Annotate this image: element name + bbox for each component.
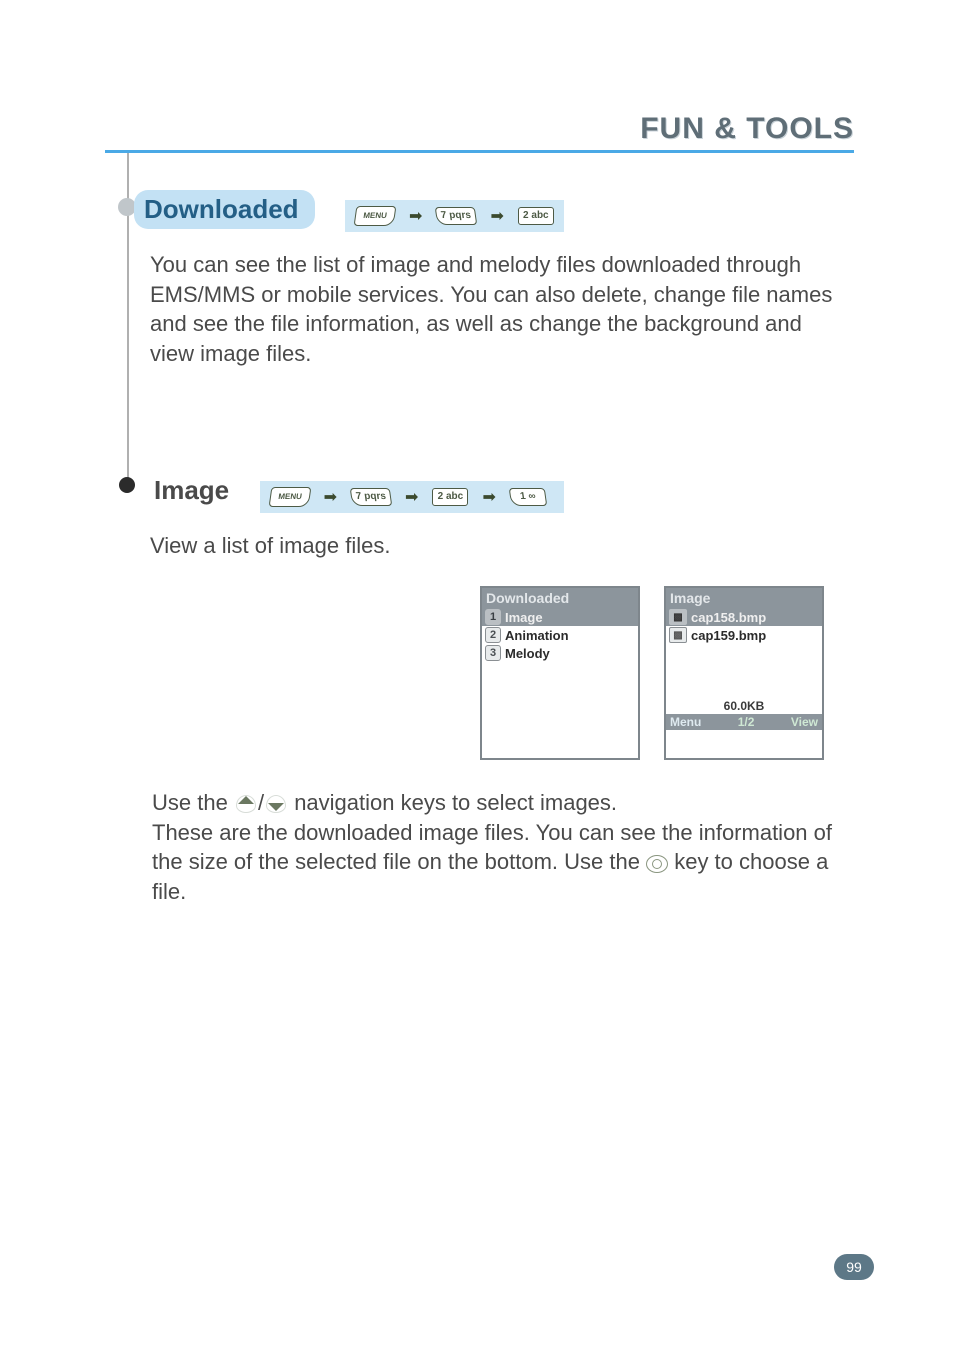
- list-item-label: Melody: [505, 646, 550, 661]
- image-file-icon: ▩: [669, 609, 687, 625]
- arrow-icon: ➡: [490, 206, 503, 226]
- image-file-icon: ▩: [669, 627, 687, 643]
- key-1: 1 ∞: [509, 488, 548, 506]
- section-downloaded: Downloaded MENU ➡ 7 pqrs ➡ 2 abc You can…: [138, 184, 844, 369]
- section-heading-image: Image: [154, 475, 229, 505]
- phone-screen-body: ▩ cap158.bmp ▩ cap159.bmp 60.0KB: [666, 608, 822, 714]
- arrow-icon: ➡: [405, 487, 418, 507]
- text-frag: Use the: [152, 790, 234, 815]
- section-image: Image MENU ➡ 7 pqrs ➡ 2 abc ➡ 1 ∞ View a…: [138, 465, 844, 561]
- image-body: View a list of image files.: [150, 531, 844, 561]
- arrow-icon: ➡: [482, 487, 495, 507]
- list-item[interactable]: ▩ cap158.bmp: [666, 608, 822, 626]
- manual-page: FUN & TOOLS Downloaded MENU ➡ 7 pqrs ➡ 2…: [0, 0, 954, 1350]
- nav-down-icon: [264, 795, 288, 813]
- phone-screen-image: Image ▩ cap158.bmp ▩ cap159.bmp 60.0KB M…: [664, 586, 824, 760]
- arrow-icon: ➡: [324, 487, 337, 507]
- list-item[interactable]: 1 Image: [482, 608, 638, 626]
- list-number-icon: 1: [485, 609, 501, 625]
- keypath-image: MENU ➡ 7 pqrs ➡ 2 abc ➡ 1 ∞: [260, 481, 564, 513]
- downloaded-body: You can see the list of image and melody…: [150, 250, 844, 369]
- list-item[interactable]: 3 Melody: [482, 644, 638, 662]
- page-title: FUN & TOOLS: [640, 112, 854, 146]
- nav-up-icon: [234, 795, 258, 813]
- softkey-bar: Menu 1/2 View: [666, 714, 822, 730]
- page-number: 99: [834, 1254, 874, 1280]
- key-menu: MENU: [354, 206, 397, 226]
- keypath-downloaded: MENU ➡ 7 pqrs ➡ 2 abc: [345, 200, 564, 232]
- spacer: [666, 644, 822, 698]
- text-frag: navigation keys to select images.: [294, 790, 617, 815]
- list-item-label: cap159.bmp: [691, 628, 766, 643]
- softkey-left[interactable]: Menu: [666, 714, 705, 730]
- phone-screens: Downloaded 1 Image 2 Animation 3 Melody …: [480, 586, 824, 760]
- arrow-icon: ➡: [409, 206, 422, 226]
- phone-screen-body: 1 Image 2 Animation 3 Melody: [482, 608, 638, 758]
- key-2abc: 2 abc: [432, 488, 468, 506]
- softkey-right[interactable]: View: [787, 714, 822, 730]
- ok-key-icon: [646, 855, 668, 873]
- key-7pqrs: 7 pqrs: [350, 488, 393, 506]
- list-item[interactable]: ▩ cap159.bmp: [666, 626, 822, 644]
- key-menu: MENU: [268, 487, 311, 507]
- list-item[interactable]: 2 Animation: [482, 626, 638, 644]
- list-item-label: Image: [505, 610, 543, 625]
- section-heading-downloaded: Downloaded: [134, 190, 315, 229]
- file-size: 60.0KB: [666, 698, 822, 714]
- list-number-icon: 2: [485, 627, 501, 643]
- phone-screen-downloaded: Downloaded 1 Image 2 Animation 3 Melody: [480, 586, 640, 760]
- key-2abc: 2 abc: [518, 207, 554, 225]
- softkey-center: 1/2: [705, 714, 787, 730]
- bullet-solid: [119, 477, 135, 493]
- list-item-label: Animation: [505, 628, 569, 643]
- phone-screen-title: Image: [666, 588, 822, 608]
- header-divider: [105, 150, 854, 153]
- key-7pqrs: 7 pqrs: [435, 207, 478, 225]
- bottom-text: Use the / navigation keys to select imag…: [152, 788, 844, 907]
- phone-screen-title: Downloaded: [482, 588, 638, 608]
- list-number-icon: 3: [485, 645, 501, 661]
- list-item-label: cap158.bmp: [691, 610, 766, 625]
